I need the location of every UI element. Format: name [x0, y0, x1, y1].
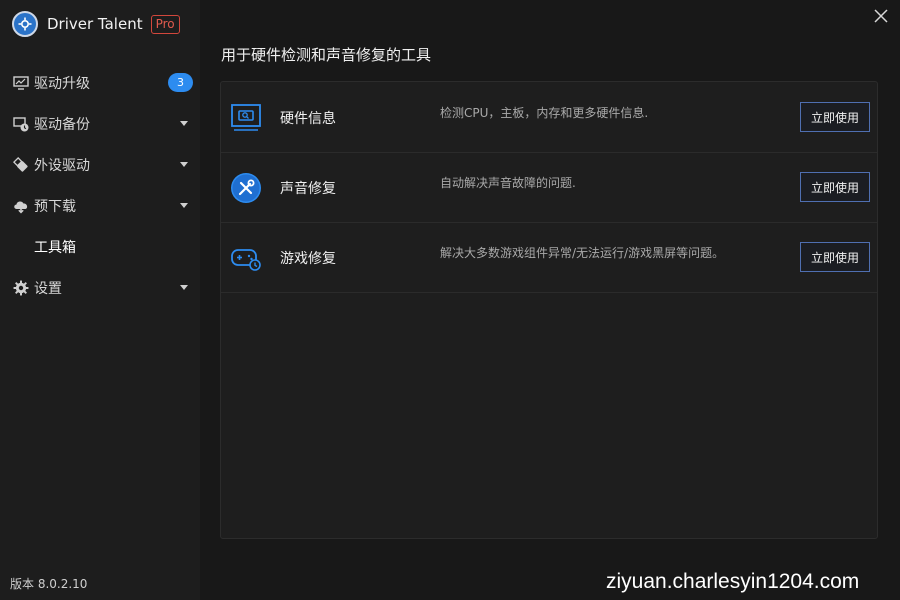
hardware-info-icon	[230, 102, 262, 134]
app-title: Driver Talent	[47, 15, 143, 33]
close-button[interactable]	[872, 7, 890, 25]
sidebar-item-driver-update[interactable]: 驱动升级 3	[0, 62, 200, 103]
sidebar-nav: 驱动升级 3 驱动备份 外设驱动 预下载 工具箱 设置	[0, 62, 200, 308]
pro-badge: Pro	[150, 14, 180, 34]
sidebar-item-label: 驱动备份	[34, 116, 90, 133]
sidebar-item-pre-download[interactable]: 预下载	[0, 185, 200, 226]
update-count-badge: 3	[168, 73, 193, 92]
sidebar-item-settings[interactable]: 设置	[0, 267, 200, 308]
tool-row-sound-repair: 声音修复 自动解决声音故障的问题. 立即使用	[221, 152, 877, 223]
chevron-down-icon	[180, 162, 188, 167]
tool-description: 解决大多数游戏组件异常/无法运行/游戏黑屏等问题。	[440, 246, 725, 260]
gear-icon	[12, 279, 30, 297]
tool-row-game-repair: 游戏修复 解决大多数游戏组件异常/无法运行/游戏黑屏等问题。 立即使用	[221, 222, 877, 293]
chevron-down-icon	[180, 203, 188, 208]
tool-description: 检测CPU，主板，内存和更多硬件信息.	[440, 106, 649, 120]
tool-row-hardware-info: 硬件信息 检测CPU，主板，内存和更多硬件信息. 立即使用	[221, 82, 877, 153]
watermark-text: ziyuan.charlesyin1204.com	[606, 570, 860, 593]
sidebar-item-label: 外设驱动	[34, 157, 90, 174]
close-icon	[874, 9, 888, 23]
use-now-button[interactable]: 立即使用	[800, 102, 870, 132]
sidebar-item-driver-backup[interactable]: 驱动备份	[0, 103, 200, 144]
tool-name: 声音修复	[280, 181, 336, 197]
sidebar-item-label: 工具箱	[34, 239, 76, 256]
use-now-button[interactable]: 立即使用	[800, 242, 870, 272]
chevron-down-icon	[180, 285, 188, 290]
page-title: 用于硬件检测和声音修复的工具	[221, 46, 432, 64]
version-label: 版本 8.0.2.10	[10, 577, 88, 591]
backup-icon	[12, 115, 30, 133]
brand: Driver Talent Pro	[12, 11, 180, 37]
tool-name: 游戏修复	[280, 251, 336, 267]
monitor-icon	[12, 74, 30, 92]
tool-name: 硬件信息	[280, 111, 336, 127]
sidebar-item-label: 设置	[34, 280, 62, 297]
app-logo-icon	[12, 11, 38, 37]
cloud-download-icon	[12, 197, 30, 215]
sidebar-item-peripheral-driver[interactable]: 外设驱动	[0, 144, 200, 185]
use-now-button[interactable]: 立即使用	[800, 172, 870, 202]
sidebar-item-label: 驱动升级	[34, 75, 90, 92]
tools-panel: 硬件信息 检测CPU，主板，内存和更多硬件信息. 立即使用 声音修复 自动解决声…	[220, 81, 878, 539]
tool-description: 自动解决声音故障的问题.	[440, 176, 576, 190]
chevron-down-icon	[180, 121, 188, 126]
sidebar-item-toolbox[interactable]: 工具箱	[0, 226, 200, 267]
sidebar-item-label: 预下载	[34, 198, 76, 215]
sound-repair-icon	[230, 172, 262, 204]
usb-icon	[12, 156, 30, 174]
game-repair-icon	[230, 242, 262, 274]
sidebar: Driver Talent Pro 驱动升级 3 驱动备份 外设驱动 预下载 工…	[0, 0, 200, 600]
